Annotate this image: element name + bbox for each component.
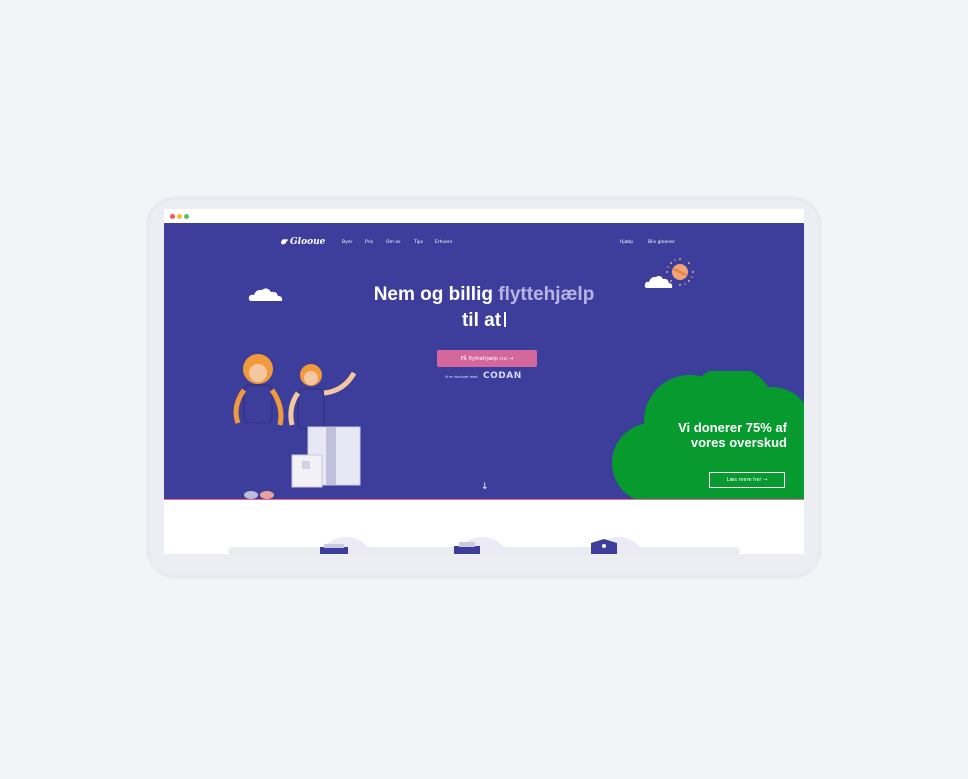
nav-item-om-os[interactable]: Om os bbox=[386, 240, 400, 245]
hero-section: Glooue Byer Pris Om os Tips Erhverv Hjæl… bbox=[164, 223, 804, 500]
hero-divider bbox=[164, 499, 804, 500]
partner-text: Vi er forsikret med bbox=[445, 375, 478, 379]
nav-item-bliv-glooner[interactable]: Bliv glooner bbox=[648, 240, 675, 245]
features-section bbox=[164, 509, 804, 554]
browser-chrome bbox=[164, 209, 804, 223]
headline-line2: til at bbox=[461, 310, 502, 331]
partner-logo: CODAN bbox=[483, 371, 522, 381]
donate-title: Vi donerer 75% af vores overskud bbox=[678, 420, 787, 450]
browser-window: Glooue Byer Pris Om os Tips Erhverv Hjæl… bbox=[164, 209, 804, 554]
nav-item-pris[interactable]: Pris bbox=[365, 240, 373, 245]
movers-illustration bbox=[233, 354, 361, 499]
headline-accent: flyttehjælp bbox=[498, 284, 595, 305]
maximize-window-icon[interactable] bbox=[184, 214, 189, 219]
nav-item-byer[interactable]: Byer bbox=[342, 240, 352, 245]
device-frame: Glooue Byer Pris Om os Tips Erhverv Hjæl… bbox=[150, 200, 818, 575]
arrow-down-icon[interactable]: ↓ bbox=[481, 482, 489, 492]
headline-prefix: Nem og billig bbox=[373, 284, 499, 305]
minimize-window-icon[interactable] bbox=[177, 214, 182, 219]
hero-headline: Nem og billig flyttehjælp bbox=[164, 284, 804, 306]
box-icon bbox=[320, 544, 348, 554]
typing-cursor bbox=[504, 312, 507, 327]
sun-icon bbox=[666, 258, 694, 286]
nav-item-erhverv[interactable]: Erhverv bbox=[435, 240, 452, 245]
hero-headline-line2: til at bbox=[164, 310, 804, 332]
site-logo[interactable]: Glooue bbox=[290, 237, 325, 247]
truck-icon bbox=[454, 542, 480, 554]
close-window-icon[interactable] bbox=[170, 214, 175, 219]
read-more-button[interactable]: Læs mere her → bbox=[709, 472, 785, 488]
nav-item-hjaelp[interactable]: Hjælp bbox=[620, 240, 633, 245]
nav-item-tips[interactable]: Tips bbox=[414, 240, 423, 245]
logo-bird-icon bbox=[280, 238, 289, 245]
get-help-button[interactable]: Få flyttehjælp nu → bbox=[437, 350, 537, 367]
shield-icon bbox=[591, 539, 617, 554]
